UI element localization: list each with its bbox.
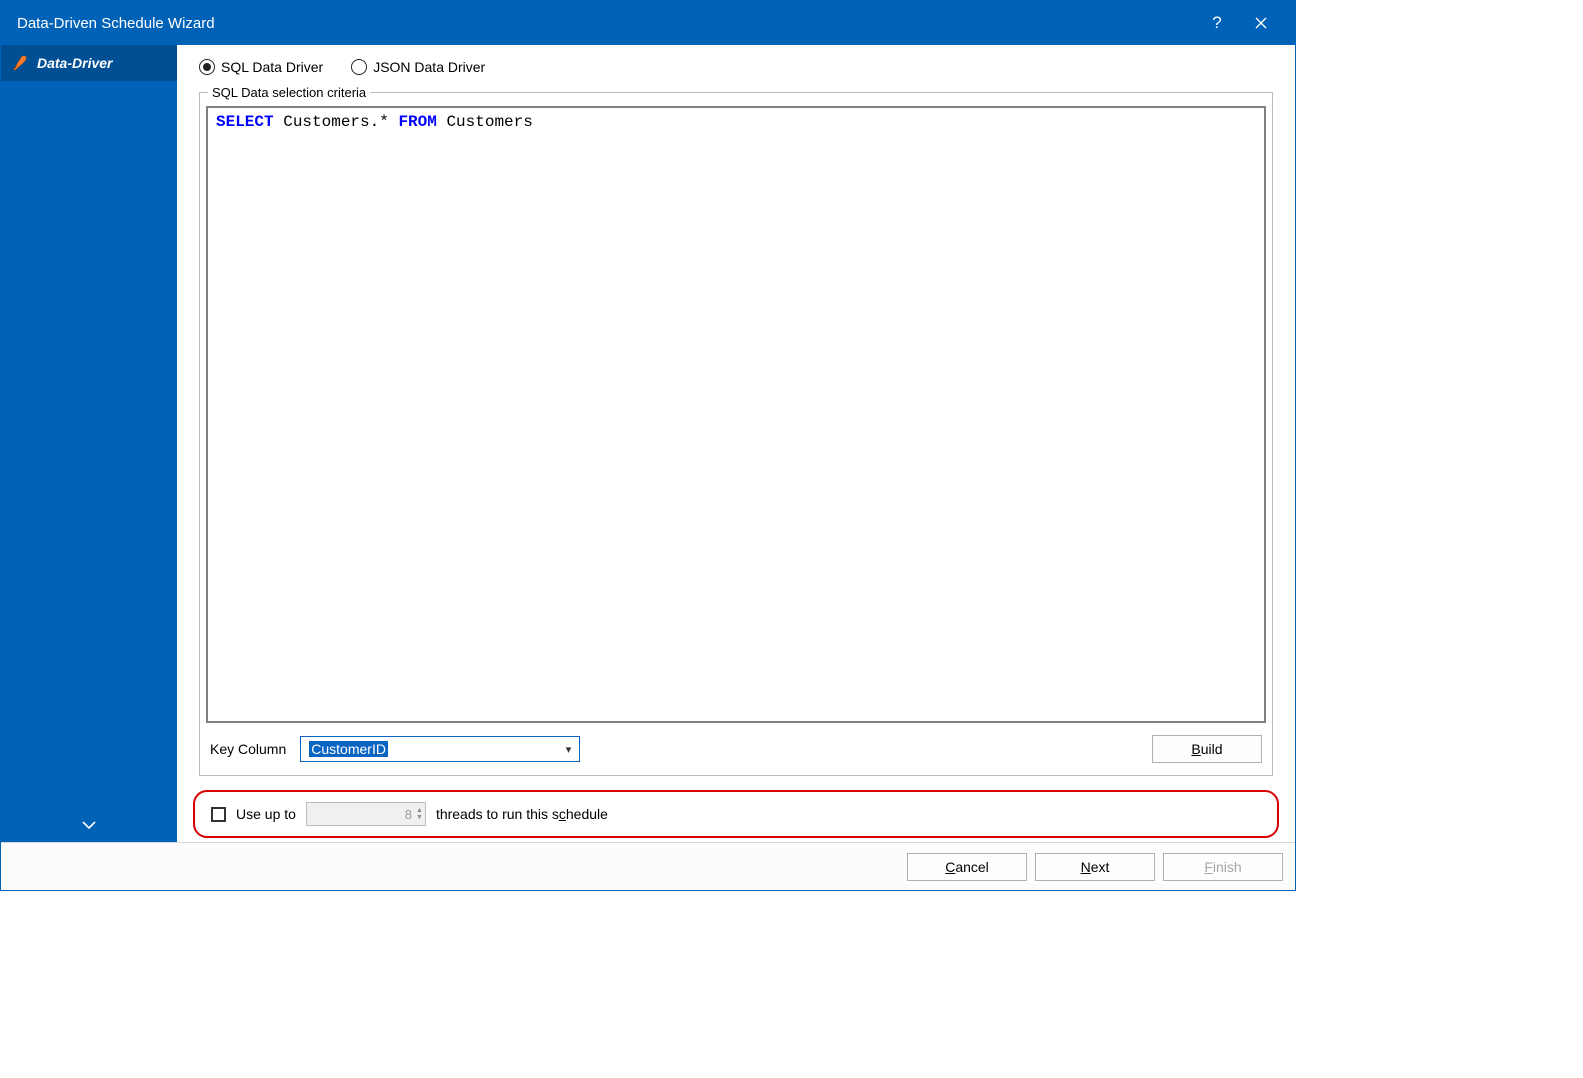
feather-icon xyxy=(11,54,29,72)
wizard-footer: Cancel Next Finish xyxy=(1,842,1295,890)
use-up-to-label: Use up to xyxy=(236,806,296,822)
thread-count-spinner[interactable]: 8 ▲▼ xyxy=(306,802,426,826)
help-button[interactable]: ? xyxy=(1195,1,1239,45)
thread-count-value: 8 xyxy=(313,807,416,822)
radio-label: SQL Data Driver xyxy=(221,59,323,75)
next-button[interactable]: Next xyxy=(1035,853,1155,881)
radio-label: JSON Data Driver xyxy=(373,59,485,75)
chevron-down-icon: ▾ xyxy=(566,743,572,756)
finish-button: Finish xyxy=(1163,853,1283,881)
build-button[interactable]: Build xyxy=(1152,735,1262,763)
main-area: Data-Driver SQL Data Driver JSON Data Dr… xyxy=(1,45,1295,842)
sql-criteria-legend: SQL Data selection criteria xyxy=(208,85,370,100)
radio-circle-icon xyxy=(351,59,367,75)
use-threads-checkbox[interactable] xyxy=(211,807,226,822)
title-bar: Data-Driven Schedule Wizard ? xyxy=(1,1,1295,45)
sql-criteria-group: SQL Data selection criteria SELECT Custo… xyxy=(199,85,1273,776)
sql-editor[interactable]: SELECT Customers.* FROM Customers xyxy=(206,106,1266,723)
key-column-value: CustomerID xyxy=(309,741,388,757)
step-data-driver[interactable]: Data-Driver xyxy=(1,45,177,81)
close-icon xyxy=(1255,17,1267,29)
chevron-down-icon xyxy=(82,821,96,829)
content-panel: SQL Data Driver JSON Data Driver SQL Dat… xyxy=(177,45,1295,842)
sidebar-expand-chevron[interactable] xyxy=(82,816,96,832)
driver-radio-group: SQL Data Driver JSON Data Driver xyxy=(199,59,1273,75)
radio-circle-icon xyxy=(199,59,215,75)
radio-json-data-driver[interactable]: JSON Data Driver xyxy=(351,59,485,75)
threads-row: Use up to 8 ▲▼ threads to run this sched… xyxy=(193,790,1279,838)
wizard-steps-sidebar: Data-Driver xyxy=(1,45,177,842)
key-column-row: Key Column CustomerID ▾ Build xyxy=(200,729,1272,775)
cancel-button[interactable]: Cancel xyxy=(907,853,1027,881)
key-column-label: Key Column xyxy=(210,741,286,757)
close-button[interactable] xyxy=(1239,1,1283,45)
radio-sql-data-driver[interactable]: SQL Data Driver xyxy=(199,59,323,75)
window-title: Data-Driven Schedule Wizard xyxy=(17,15,1195,32)
key-column-select[interactable]: CustomerID ▾ xyxy=(300,736,580,762)
threads-suffix-label: threads to run this schedule xyxy=(436,806,608,822)
step-label: Data-Driver xyxy=(37,55,112,71)
spinner-arrows-icon: ▲▼ xyxy=(416,807,423,821)
